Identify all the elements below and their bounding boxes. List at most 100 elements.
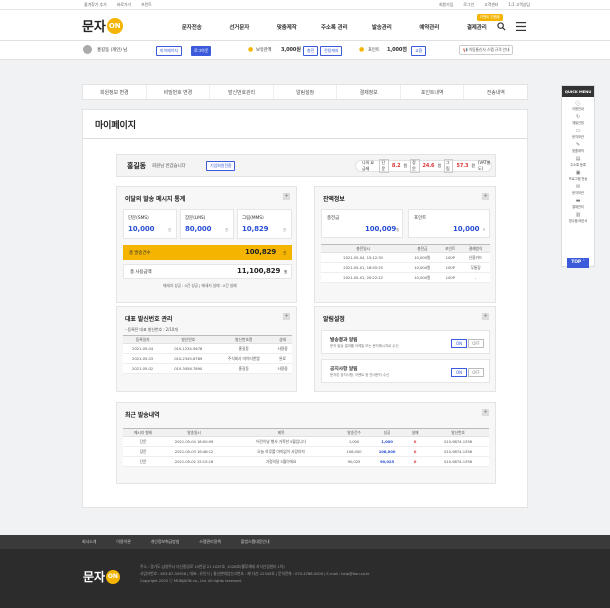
rate-lms-value: 24.6 (422, 163, 435, 169)
table-row[interactable]: 단문 2021-05-04 18:00:09 어린이날 행사 가족한 5월입니다 1,… (123, 436, 489, 447)
table-row[interactable]: 장문 2021-05-03 16:48:12 오늘 하루를 아끼없이 사랑하자 108… (123, 446, 489, 457)
nav-custom[interactable]: 맞춤제작 (263, 23, 311, 31)
footer: 문자 ON 주소 : 경기도 남양주시 다산중앙로 19번길 21 102F호, … (0, 549, 610, 608)
nav-election[interactable]: 선거문자 (216, 23, 264, 31)
shortcut-link[interactable]: 바로가기 (117, 2, 131, 8)
consult-link[interactable]: 1:1 고객상담 (508, 2, 530, 8)
tab-point-history[interactable]: 포인트내역 (401, 85, 465, 99)
table-row: 2021-05-04, 15:12:30 10,000원 100P 신용카드 (321, 252, 490, 263)
mail-icon: ✉ (575, 184, 581, 190)
th-charge-date: 충전일시 (321, 244, 406, 253)
alarm-notice-off-toggle[interactable]: OFF (468, 368, 484, 377)
alarm-result-on-toggle[interactable]: ON (451, 339, 467, 348)
point-box: 포인트 10,000 P (408, 209, 490, 238)
logo[interactable]: 문자 ON (82, 16, 123, 35)
footer-link-illegal-spam[interactable]: 불법스팸대응안내 (241, 539, 270, 545)
footer-link-privacy[interactable]: 개인정보취급방침 (151, 539, 180, 545)
th-status: 상태 (273, 335, 292, 344)
point-exchange-button[interactable]: 교환 (411, 46, 427, 56)
tab-password[interactable]: 비밀번호 변경 (147, 85, 211, 99)
quick-item-receipt[interactable]: ▥ 영수증/계산서 (562, 212, 594, 223)
alarm-result-off-toggle[interactable]: OFF (468, 339, 484, 348)
login-link[interactable]: 로그인 (463, 2, 474, 8)
sender-number-card: 대표 발신번호 관리 + - 등록된 대표 발신번호 : 2/10개 등록일자 … (116, 306, 297, 392)
greeting-name: 홍길동 (127, 162, 147, 170)
logout-button[interactable]: 로그아웃 (191, 46, 212, 56)
stat-mms-unit: 건 (283, 228, 287, 232)
tab-sender-number[interactable]: 발신번호관리 (210, 85, 274, 99)
support-link[interactable]: 고객센터 (484, 2, 498, 8)
event-badge[interactable]: 이벤트 진행중 (477, 14, 503, 21)
rate-plan: 나의 요금제 단문 8.2 원 장문 24.6 원 그림 57.3 원 (VAT별도) (355, 159, 492, 173)
plus-icon[interactable]: + (283, 193, 290, 200)
recent-send-card: 최근 발송내역 + 메시지 형태 발송일시 제목 발송건수 성공 실패 발신번호… (116, 402, 496, 484)
point-box-unit: P (483, 228, 486, 232)
user-bar: 홍길동 (개인) 님 마이페이지 로그아웃 ● 보유잔액 3,000원 충전 전… (0, 41, 610, 60)
sender-count-note: - 등록된 대표 발신번호 : 2/10개 (125, 327, 178, 332)
nav-send[interactable]: 문자전송 (168, 23, 216, 31)
total-amount-value: 11,100,829 (237, 267, 281, 275)
edit-icon: ✎ (575, 142, 581, 148)
stat-lms: 장문(LMS) 80,000 건 (180, 209, 234, 239)
quick-item-storage[interactable]: ✉ 문자보관 (562, 184, 594, 195)
table-row[interactable]: 2021-05-02 010-3456-7890 홍길동 사용중 (123, 363, 292, 374)
tab-send-history[interactable]: 전송내역 (464, 85, 527, 99)
th-charge-amount: 충전금 (405, 244, 440, 253)
alarm-notice-on-toggle[interactable]: ON (451, 368, 467, 377)
stats-title: 이달의 발송 메시지 통계 (125, 196, 186, 203)
bookmark-link[interactable]: 즐겨찾기 추가 (84, 2, 107, 8)
greeting-card: 홍길동 회원님 반갑습니다 기업회원전환 나의 요금제 단문 8.2 원 장문 2… (116, 154, 496, 177)
quick-item-custom[interactable]: ✎ 맞춤제작 (562, 142, 594, 153)
footer-link-about[interactable]: 회사소개 (82, 539, 96, 545)
plus-icon[interactable]: + (482, 193, 489, 200)
mypage-button[interactable]: 마이페이지 (156, 46, 182, 56)
alarm-notice-desc: 문자온 공지사항, 이벤트 등 안내문자 수신 (330, 373, 390, 377)
nav-send-manage[interactable]: 발송관리 (358, 23, 406, 31)
scroll-top-button[interactable]: TOP ˄ (567, 258, 589, 268)
stat-mms-value: 10,829 (242, 225, 269, 233)
signup-link[interactable]: 회원가입 (439, 2, 453, 8)
corporate-switch-button[interactable]: 기업회원전환 (206, 161, 236, 171)
table-row[interactable]: 단문 2021-05-02 15:15:16 가정의달 5월이에요 90,025 90,… (123, 456, 489, 467)
th-charge-method: 결제방식 (461, 244, 490, 253)
tab-payment-info[interactable]: 결제정보 (337, 85, 401, 99)
quick-item-program[interactable]: ▣ 프로그램 전송 (562, 170, 594, 181)
point-icon: ● (359, 46, 365, 53)
spam-notice-button[interactable]: 📢 이동통신사 스팸 규격 안내 (459, 45, 514, 55)
quick-item-resend[interactable]: ↻ 재발신정 (562, 114, 594, 125)
table-row[interactable]: 2021-05-04 010-1234-5678 홍길동 사용중 (123, 343, 292, 354)
quick-item-address[interactable]: ▤ 주소록 등록 (562, 156, 594, 167)
search-icon[interactable] (497, 22, 506, 33)
quick-item-payment[interactable]: ▬ 결제관리 (562, 198, 594, 209)
quick-item-guide[interactable]: ⓘ 이용안내 (562, 100, 594, 111)
charge-value: 100,009 (365, 225, 397, 233)
plus-icon[interactable]: + (283, 313, 290, 320)
footer-link-terms[interactable]: 이용약관 (116, 539, 130, 545)
nav-reserve[interactable]: 예약관리 (406, 23, 454, 31)
balance-value: 3,000원 (281, 47, 301, 53)
plus-icon[interactable]: + (482, 409, 489, 416)
th-sender: 발신번호 (427, 428, 489, 437)
table-row[interactable]: 2021-05-03 010-2345-6789 주식회사 마이티앤엠 완료 (123, 353, 292, 364)
footer-business: 사업자번호 : 653-87-00958 | 대표 : 유인식 | 통신판매업신… (140, 571, 370, 576)
hamburger-icon[interactable] (516, 22, 526, 33)
total-amount-unit: 원 (284, 270, 288, 274)
nav-payment[interactable]: 결제관리 (453, 23, 501, 31)
account-button[interactable]: 전용계좌 (320, 46, 343, 56)
tab-member-info[interactable]: 회원정보 변경 (83, 85, 147, 99)
rate-sms-unit: 원 (403, 163, 408, 168)
quick-item-archive[interactable]: ▭ 문자보관 (562, 128, 594, 139)
stat-sms: 단문(SMS) 10,000 건 (123, 209, 177, 239)
footer-link-spam[interactable]: 스팸관리정책 (199, 539, 221, 545)
main-nav: 문자전송 선거문자 맞춤제작 주소록 관리 발송관리 예약관리 결제관리 (168, 23, 501, 31)
tab-alarm[interactable]: 알림설정 (274, 85, 338, 99)
top-utility-bar: 즐겨찾기 추가 바로가기 프린트 회원가입 로그인 고객센터 1:1 고객상담 (0, 0, 610, 10)
quick-menu-title: QUICK MENU (562, 86, 594, 97)
footer-address: 주소 : 경기도 남양주시 다산중앙로 19번길 21 102F호, 102B호… (140, 564, 285, 569)
nav-addressbook[interactable]: 주소록 관리 (311, 23, 359, 31)
charge-button[interactable]: 충전 (303, 46, 319, 56)
plus-icon[interactable]: + (482, 313, 489, 320)
balance-label: 보유잔액 (256, 48, 272, 53)
main-header: 문자 ON 문자전송 선거문자 맞춤제작 주소록 관리 발송관리 예약관리 결제관… (0, 10, 610, 41)
print-link[interactable]: 프린트 (141, 2, 152, 8)
